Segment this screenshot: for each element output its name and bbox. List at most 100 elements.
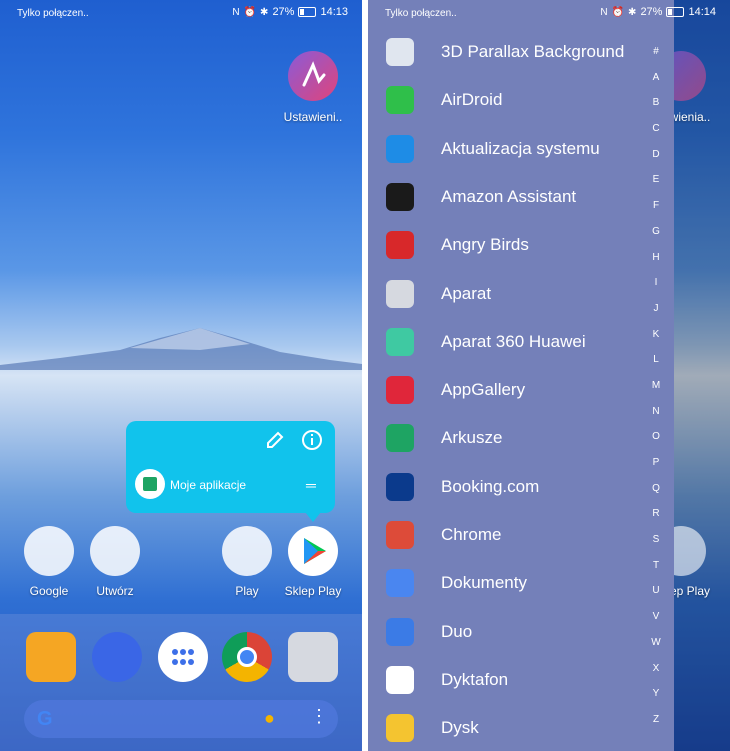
bluetooth-icon: ✱ <box>260 6 269 18</box>
index-letter[interactable]: Z <box>646 714 666 740</box>
battery-percent: 27% <box>640 6 663 18</box>
app-name: Aparat 360 Huawei <box>441 331 586 351</box>
edit-icon[interactable] <box>264 429 286 451</box>
index-letter[interactable]: F <box>646 200 666 226</box>
index-letter[interactable]: J <box>646 303 666 329</box>
app-name: Booking.com <box>441 476 540 496</box>
drag-handle-icon[interactable]: ═ <box>306 477 316 493</box>
booking-icon <box>386 472 414 501</box>
index-letter[interactable]: A <box>646 72 666 98</box>
index-letter[interactable]: G <box>646 226 666 252</box>
chrome-icon[interactable] <box>222 632 272 682</box>
app-name: Aktualizacja systemu <box>441 138 600 158</box>
drive-icon <box>386 714 414 743</box>
clock: 14:13 <box>320 6 348 18</box>
app-list-item[interactable]: Dyktafon <box>368 657 674 703</box>
create-folder[interactable] <box>90 526 140 576</box>
alarm-icon: ⏰ <box>611 6 625 18</box>
status-bar: Tylko połączen.. N ⏰ ✱ 27% 14:13 <box>0 0 362 26</box>
contacts-icon[interactable] <box>26 632 76 682</box>
alarm-icon: ⏰ <box>243 6 257 18</box>
app-name: Arkusze <box>441 428 503 448</box>
battery-percent: 27% <box>272 6 295 18</box>
app-list-item[interactable]: Booking.com <box>368 464 674 510</box>
index-letter[interactable]: U <box>646 585 666 611</box>
mic-icon[interactable]: ● <box>264 708 275 729</box>
index-letter[interactable]: L <box>646 354 666 380</box>
app-list-item[interactable]: Amazon Assistant <box>368 174 674 220</box>
app-list-item[interactable]: 3D Parallax Background <box>368 29 674 75</box>
index-letter[interactable]: R <box>646 508 666 534</box>
app-drawer: 3D Parallax Background AirDroid Aktualizac… <box>368 0 674 751</box>
app-list-item[interactable]: Dokumenty <box>368 560 674 606</box>
app-name: Dokumenty <box>441 573 527 593</box>
app-list-item[interactable]: Duo <box>368 609 674 655</box>
airdroid-icon <box>386 86 414 115</box>
parallax-icon <box>386 38 414 66</box>
emui-icon <box>386 134 414 163</box>
app-list-item[interactable]: Arkusze <box>368 415 674 461</box>
more-icon[interactable]: ⋮ <box>310 706 328 727</box>
messages-icon[interactable] <box>92 632 142 682</box>
angry-birds-icon <box>386 231 414 260</box>
settings-app-icon[interactable] <box>288 51 338 101</box>
settings-app-label: Ustawieni.. <box>283 110 343 124</box>
index-letter[interactable]: N <box>646 406 666 432</box>
index-letter[interactable]: I <box>646 277 666 303</box>
index-letter[interactable]: M <box>646 380 666 406</box>
index-letter[interactable]: K <box>646 329 666 355</box>
index-letter[interactable]: P <box>646 457 666 483</box>
my-apps-label[interactable]: Moje aplikacje <box>170 478 246 492</box>
index-letter[interactable]: S <box>646 534 666 560</box>
duo-icon <box>386 617 414 646</box>
sheets-icon <box>386 424 414 453</box>
my-apps-icon[interactable] <box>135 469 165 499</box>
index-letter[interactable]: B <box>646 97 666 123</box>
index-letter[interactable]: V <box>646 611 666 637</box>
app-list-item[interactable]: Aparat <box>368 271 674 317</box>
alphabet-index[interactable]: # A B C D E F G H I J K L M N O P Q R S T U V W X Y Z <box>646 46 666 740</box>
app-list-item[interactable]: Angry Birds <box>368 222 674 268</box>
carrier-text: Tylko połączen.. <box>17 8 89 19</box>
index-letter[interactable]: X <box>646 663 666 689</box>
popup-tail <box>305 512 321 522</box>
index-letter[interactable]: T <box>646 560 666 586</box>
camera-icon[interactable] <box>288 632 338 682</box>
app-list-item[interactable]: Aktualizacja systemu <box>368 126 674 172</box>
chrome-icon <box>386 521 414 549</box>
index-letter[interactable]: E <box>646 174 666 200</box>
behind-drawer: wienia.. ep Play <box>656 0 730 751</box>
play-store-icon[interactable] <box>288 526 338 576</box>
camera360-icon <box>386 327 414 356</box>
index-letter[interactable]: H <box>646 252 666 278</box>
info-icon[interactable] <box>300 428 324 452</box>
index-letter[interactable]: Q <box>646 483 666 509</box>
app-name: AppGallery <box>441 380 526 400</box>
apps-grid-icon[interactable] <box>158 632 208 682</box>
app-name: Dysk <box>441 718 479 738</box>
amazon-icon <box>386 182 414 211</box>
docs-icon <box>386 569 414 598</box>
app-list-item[interactable]: Dysk <box>368 705 674 751</box>
google-folder[interactable] <box>24 526 74 576</box>
index-letter[interactable]: Y <box>646 688 666 714</box>
wallpaper-mountain <box>0 328 362 370</box>
clock: 14:14 <box>688 6 716 18</box>
index-letter[interactable]: C <box>646 123 666 149</box>
app-list-item[interactable]: Chrome <box>368 512 674 558</box>
index-letter[interactable]: O <box>646 431 666 457</box>
index-letter[interactable]: # <box>646 46 666 72</box>
index-letter[interactable]: W <box>646 637 666 663</box>
google-search-bar[interactable]: G ● ⋮ <box>24 700 338 738</box>
create-folder-label: Utwórz <box>96 584 134 598</box>
app-list-item[interactable]: AppGallery <box>368 367 674 413</box>
app-name: Dyktafon <box>441 669 509 689</box>
google-g-icon: G <box>37 708 53 730</box>
appgallery-icon <box>386 376 414 405</box>
app-list-item[interactable]: AirDroid <box>368 77 674 123</box>
app-drawer-screen: wienia.. ep Play 3D Parallax Background A… <box>368 0 730 751</box>
app-name: Angry Birds <box>441 235 529 255</box>
index-letter[interactable]: D <box>646 149 666 175</box>
app-list-item[interactable]: Aparat 360 Huawei <box>368 319 674 365</box>
play-folder[interactable] <box>222 526 272 576</box>
